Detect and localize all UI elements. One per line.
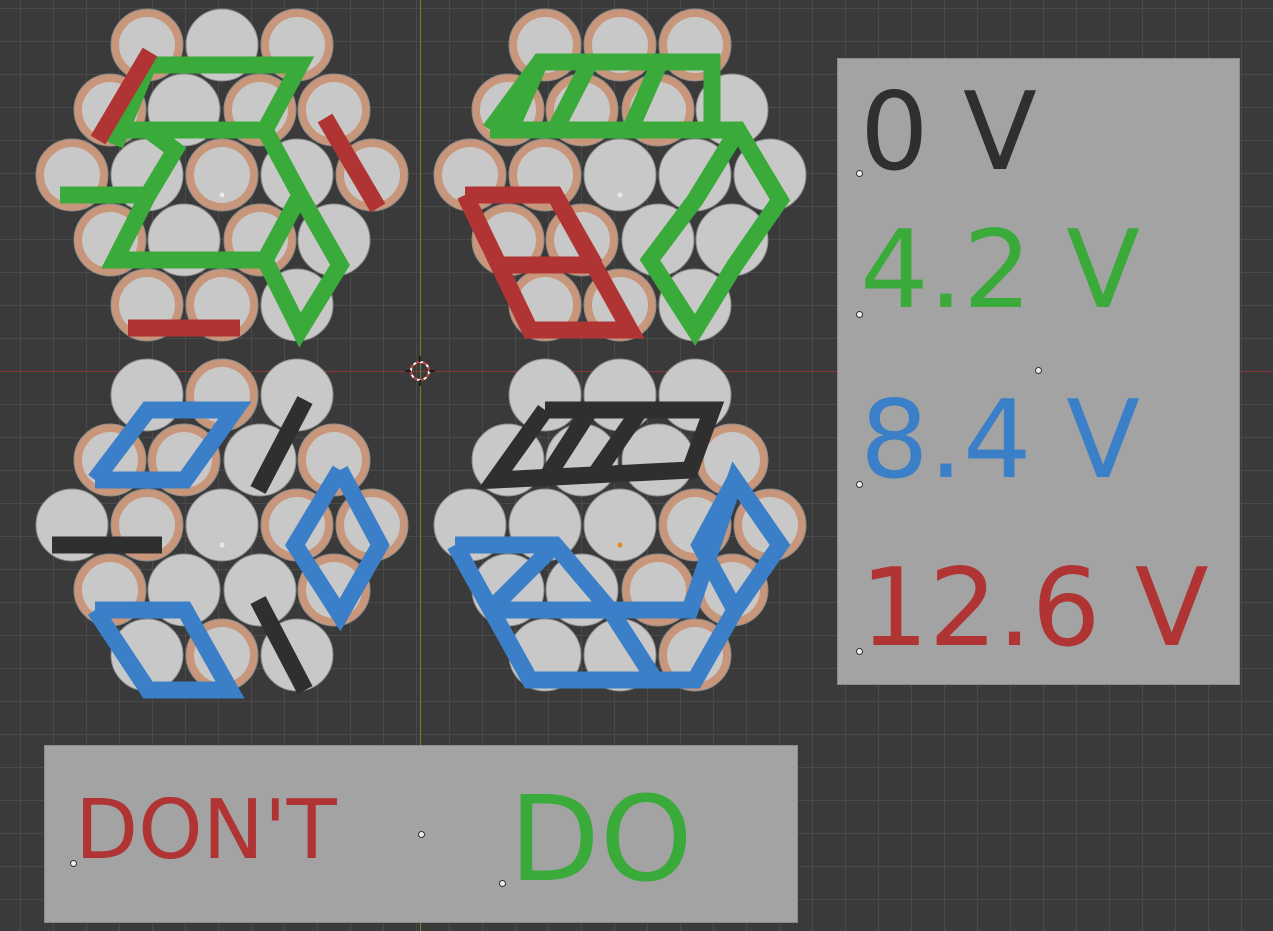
origin-dot <box>499 880 506 887</box>
origin-dot <box>1035 367 1042 374</box>
voltage-legend-panel: 0 V 4.2 V 8.4 V 12.6 V <box>837 58 1240 685</box>
legend-8-4v: 8.4 V <box>860 378 1140 503</box>
dont-label: DON'T <box>75 783 337 878</box>
pack-origin <box>617 542 623 548</box>
origin-dot <box>856 481 863 488</box>
origin-dot <box>856 311 863 318</box>
origin-dot <box>856 170 863 177</box>
pack-origin <box>219 542 225 548</box>
do-dont-panel: DON'T DO <box>44 745 798 923</box>
legend-4-2v: 4.2 V <box>860 208 1140 333</box>
pack-origin <box>617 192 623 198</box>
3d-cursor-icon[interactable] <box>405 356 435 386</box>
legend-0v: 0 V <box>860 70 1037 195</box>
pack-origin <box>219 192 225 198</box>
do-label: DO <box>509 770 693 908</box>
origin-dot <box>70 860 77 867</box>
origin-dot <box>418 831 425 838</box>
legend-12-6v: 12.6 V <box>860 546 1209 671</box>
origin-dot <box>856 648 863 655</box>
